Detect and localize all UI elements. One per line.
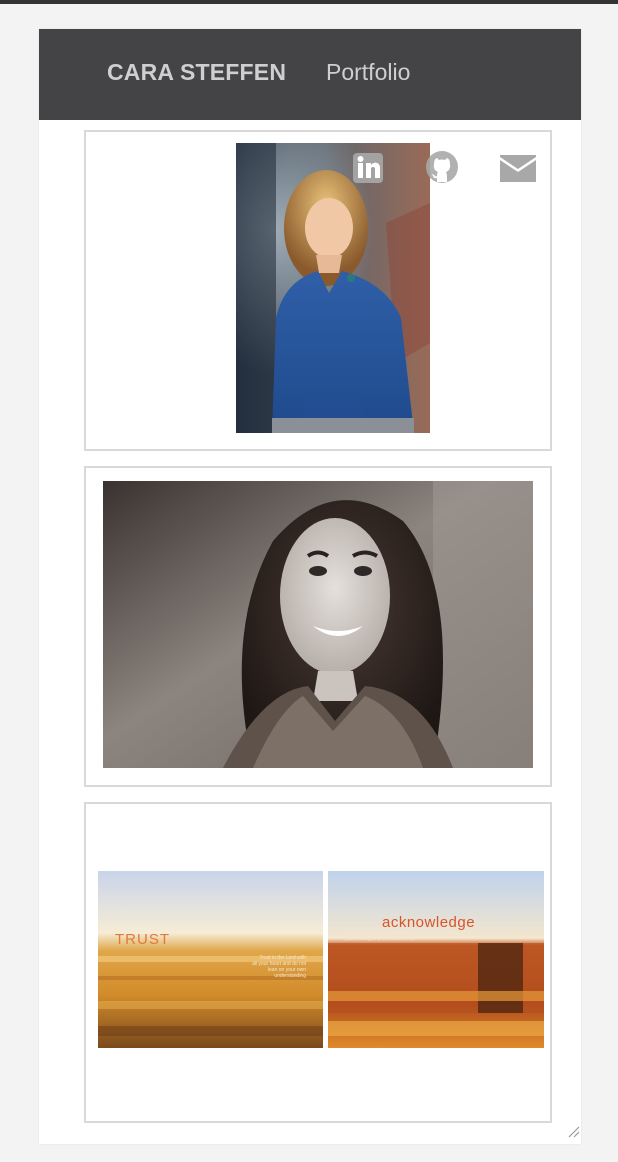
- nav-portfolio-link[interactable]: Portfolio: [326, 57, 410, 87]
- github-icon[interactable]: [425, 150, 461, 186]
- resize-handle-icon[interactable]: [566, 1124, 580, 1138]
- slide-trust-body-4: understanding: [274, 973, 306, 979]
- slide-trust[interactable]: TRUST Trust in the Lord with all your he…: [98, 871, 323, 1048]
- slide-acknowledge[interactable]: acknowledge In all your ways acknowledge…: [328, 871, 544, 1048]
- slide-acknowledge-title: acknowledge: [382, 914, 475, 931]
- photo-portrait-blue-sweater[interactable]: [236, 143, 430, 433]
- photo-portrait-black-and-white[interactable]: [103, 481, 533, 768]
- slide-acknowledge-body-2: paths straight. (Proverbs 3:5-6): [345, 936, 414, 942]
- window-top-edge: [0, 0, 618, 4]
- slide-trust-title: TRUST: [115, 931, 170, 948]
- linkedin-icon[interactable]: [352, 150, 388, 186]
- email-icon[interactable]: [499, 150, 539, 186]
- brand-link[interactable]: CARA STEFFEN: [107, 57, 286, 87]
